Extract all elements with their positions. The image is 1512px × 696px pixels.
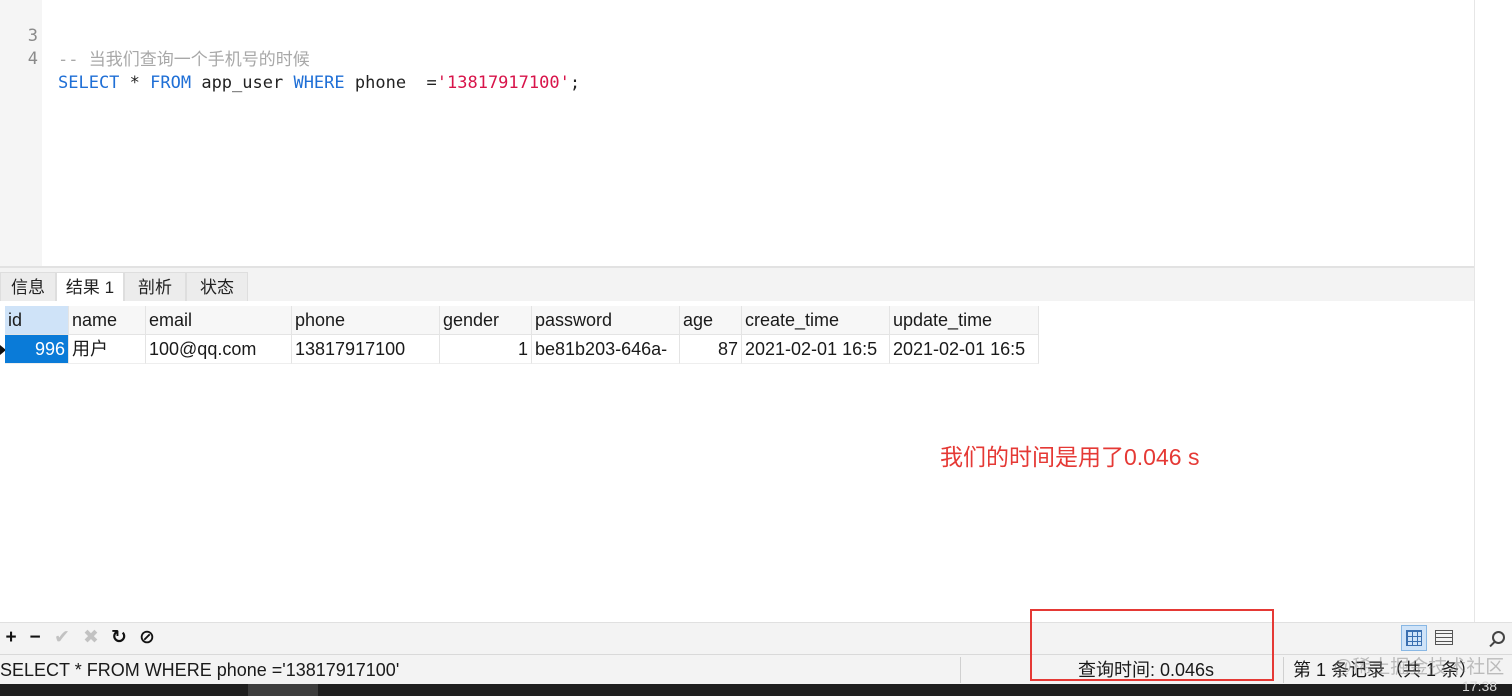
plus-icon[interactable]: +	[0, 627, 22, 649]
status-bar: SELECT * FROM WHERE phone ='13817917100'…	[0, 654, 1512, 685]
minus-icon[interactable]: −	[24, 627, 46, 649]
sql-table-name: app_user	[191, 73, 294, 93]
table-cell-age[interactable]: 87	[680, 335, 742, 364]
cancel-icon[interactable]: ✖	[80, 627, 102, 649]
check-icon[interactable]: ✔	[51, 627, 73, 649]
editor-line[interactable]: 3 -- 当我们查询一个手机号的时候	[0, 0, 310, 70]
tab-profile[interactable]: 剖析	[124, 272, 186, 302]
result-grid[interactable]: id name email phone gender password age …	[0, 301, 1474, 621]
status-sql: SELECT * FROM WHERE phone ='13817917100'	[0, 660, 400, 680]
column-header-gender[interactable]: gender	[440, 306, 532, 335]
result-tab-bar: 信息 结果 1 剖析 状态	[0, 266, 1474, 303]
status-divider	[1283, 657, 1284, 683]
column-header-age[interactable]: age	[680, 306, 742, 335]
sql-keyword-select: SELECT	[58, 73, 120, 93]
vertical-scrollbar[interactable]	[1474, 0, 1512, 622]
refresh-icon[interactable]: ↻	[108, 627, 130, 649]
form-view-button[interactable]	[1431, 625, 1457, 651]
table-cell-update-time[interactable]: 2021-02-01 16:5	[890, 335, 1039, 364]
sql-keyword-from: FROM	[150, 73, 192, 93]
column-header-create-time[interactable]: create_time	[742, 306, 890, 335]
stop-icon[interactable]: ⊘	[136, 627, 158, 649]
sql-star: *	[119, 73, 151, 93]
tab-result-1[interactable]: 结果 1	[56, 272, 124, 303]
annotation-note: 我们的时间是用了0.046 s	[940, 444, 1200, 470]
sql-keyword-where: WHERE	[293, 73, 345, 93]
sql-comment: -- 当我们查询一个手机号的时候	[58, 50, 310, 70]
taskbar-app[interactable]	[248, 684, 318, 696]
column-header-name[interactable]: name	[69, 306, 146, 335]
sql-column: phone =	[344, 73, 437, 93]
column-header-id[interactable]: id	[5, 306, 69, 335]
table-cell-id[interactable]: 996	[5, 335, 69, 364]
editor-line[interactable]: 4 SELECT * FROM app_user WHERE phone ='1…	[0, 23, 580, 93]
table-cell-email[interactable]: 100@qq.com	[146, 335, 292, 364]
sql-terminator: ;	[569, 73, 581, 93]
grid-toolbar: + − ✔ ✖ ↻ ⊘	[0, 622, 1512, 655]
grid-view-button[interactable]	[1401, 625, 1427, 651]
sql-editor[interactable]: 3 -- 当我们查询一个手机号的时候 4 SELECT * FROM app_u…	[0, 0, 1474, 266]
grid-view-icon	[1406, 630, 1422, 646]
highlight-box	[1030, 609, 1274, 681]
tab-status[interactable]: 状态	[186, 272, 248, 302]
table-cell-name[interactable]: 用户	[69, 335, 146, 364]
column-header-password[interactable]: password	[532, 306, 680, 335]
form-view-icon	[1435, 630, 1453, 645]
line-number: 4	[27, 49, 38, 69]
os-taskbar: 17:38	[0, 678, 1512, 696]
table-cell-create-time[interactable]: 2021-02-01 16:5	[742, 335, 890, 364]
table-cell-phone[interactable]: 13817917100	[292, 335, 440, 364]
status-divider	[960, 657, 961, 683]
column-header-email[interactable]: email	[146, 306, 292, 335]
table-cell-password[interactable]: be81b203-646a-	[532, 335, 680, 364]
sql-string-value: '13817917100'	[436, 73, 570, 93]
column-header-phone[interactable]: phone	[292, 306, 440, 335]
tab-info[interactable]: 信息	[0, 272, 56, 302]
table-cell-gender[interactable]: 1	[440, 335, 532, 364]
search-icon[interactable]	[1492, 631, 1505, 644]
taskbar-clock: 17:38	[1462, 678, 1498, 694]
column-header-update-time[interactable]: update_time	[890, 306, 1039, 335]
